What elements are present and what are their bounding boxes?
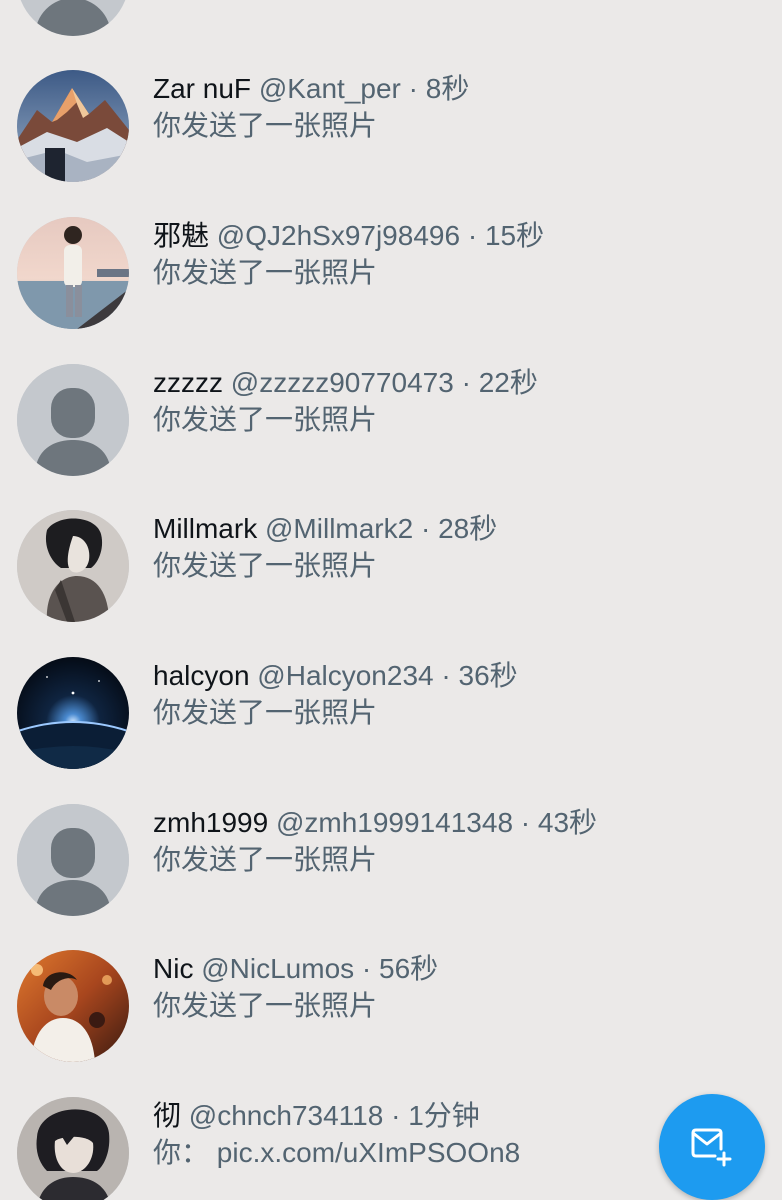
user-handle: @QJ2hSx97j98496 xyxy=(216,220,461,251)
timestamp: 36秒 xyxy=(458,660,518,691)
separator-dot: · xyxy=(520,807,531,838)
timestamp: 28秒 xyxy=(438,513,498,544)
conversation-row[interactable]: zzzzz @zzzzz90770473 · 22秒 你发送了一张照片 xyxy=(0,364,782,511)
separator-dot: · xyxy=(467,220,478,251)
user-handle: @Halcyon234 xyxy=(257,660,434,691)
separator-dot: · xyxy=(441,660,451,691)
message-preview: 你发送了一张照片 xyxy=(153,404,378,435)
default-avatar[interactable] xyxy=(17,0,129,36)
earth-horizon-avatar[interactable] xyxy=(17,657,129,769)
display-name: 彻 xyxy=(153,1100,182,1131)
default-avatar[interactable] xyxy=(17,804,129,916)
conversation-row[interactable]: Zar nuF @Kant_per · 8秒 你发送了一张照片 xyxy=(0,70,782,217)
display-name: zmh1999 xyxy=(153,807,269,838)
new-message-icon xyxy=(691,1128,732,1167)
user-handle: @zmh1999141348 xyxy=(275,807,514,838)
timestamp: 56秒 xyxy=(379,953,439,984)
user-handle: @zzzzz90770473 xyxy=(230,367,454,398)
timestamp: 43秒 xyxy=(537,807,598,838)
timestamp: 15秒 xyxy=(484,220,545,251)
user-handle: @Kant_per xyxy=(258,73,401,104)
new-message-button[interactable] xyxy=(659,1094,765,1200)
man-photo-avatar[interactable] xyxy=(17,950,129,1062)
anime-dark-hair-avatar[interactable] xyxy=(17,1097,129,1200)
display-name: zzzzz xyxy=(153,367,223,398)
user-handle: @NicLumos xyxy=(201,953,355,984)
separator-dot: · xyxy=(461,367,471,398)
message-preview: 你发送了一张照片 xyxy=(153,257,378,288)
user-handle: @Millmark2 xyxy=(265,513,414,544)
boy-at-sea-avatar[interactable] xyxy=(17,217,129,329)
conversation-row[interactable]: Nic @NicLumos · 56秒 你发送了一张照片 xyxy=(0,950,782,1097)
display-name: 邪魅 xyxy=(153,220,210,251)
message-preview: 你发送了一张照片 xyxy=(153,990,378,1021)
conversation-row[interactable]: 邪魅 @QJ2hSx97j98496 · 15秒 你发送了一张照片 xyxy=(0,217,782,364)
timestamp: 8秒 xyxy=(425,73,470,104)
message-preview: 你发送了一张照片 xyxy=(153,110,378,141)
display-name: Millmark xyxy=(153,513,258,544)
message-preview: 你发送了一张照片 xyxy=(153,550,378,581)
separator-dot: · xyxy=(408,73,418,104)
display-name: halcyon xyxy=(153,660,250,691)
conversation-row[interactable]: Millmark @Millmark2 · 28秒 你发送了一张照片 xyxy=(0,510,782,657)
display-name: Zar nuF xyxy=(153,73,252,104)
message-preview: 你发送了一张照片 xyxy=(153,844,378,875)
message-preview: 你发送了一张照片 xyxy=(153,697,378,728)
user-handle: @chnch734118 xyxy=(188,1100,384,1131)
conversation-row[interactable]: halcyon @Halcyon234 · 36秒 你发送了一张照片 xyxy=(0,657,782,804)
mountain-avatar[interactable] xyxy=(17,70,129,182)
separator-dot: · xyxy=(420,513,431,544)
separator-dot: · xyxy=(361,953,372,984)
conversation-row[interactable]: zmh1999 @zmh1999141348 · 43秒 你发送了一张照片 xyxy=(0,804,782,951)
timestamp: 22秒 xyxy=(478,367,538,398)
separator-dot: · xyxy=(391,1100,401,1131)
display-name: Nic xyxy=(153,953,194,984)
messages-screen: Zar nuF @Kant_per · 8秒 你发送了一张照片 邪魅 @QJ2h… xyxy=(0,0,782,1200)
default-avatar[interactable] xyxy=(17,364,129,476)
anime-boy-avatar[interactable] xyxy=(17,510,129,622)
timestamp: 1分钟 xyxy=(408,1100,480,1131)
